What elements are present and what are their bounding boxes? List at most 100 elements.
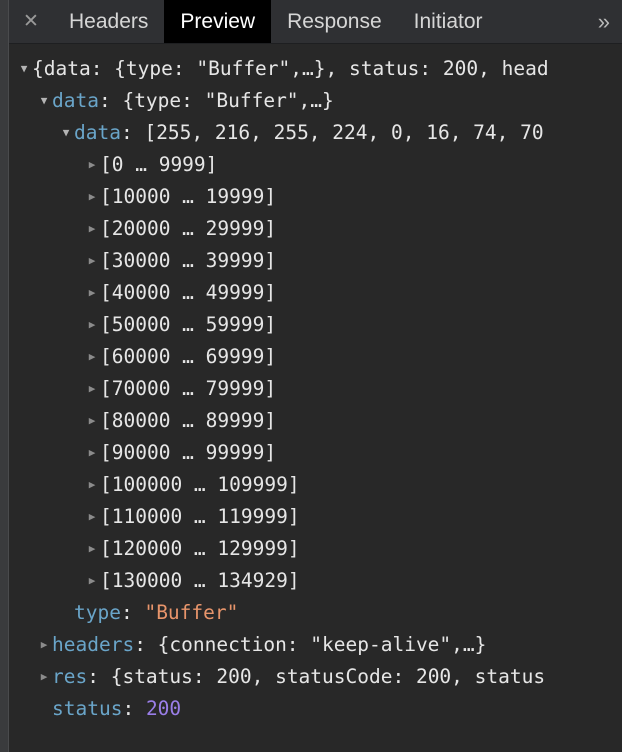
disclosure-triangle-right-icon[interactable]: ▶ bbox=[84, 565, 100, 597]
disclosure-triangle-right-icon[interactable]: ▶ bbox=[84, 245, 100, 277]
tree-row[interactable]: ▶[130000 … 134929] bbox=[10, 565, 622, 597]
json-text: [20000 … 29999] bbox=[100, 217, 276, 240]
tree-row[interactable]: ▶[120000 … 129999] bbox=[10, 533, 622, 565]
disclosure-triangle-right-icon[interactable]: ▶ bbox=[84, 309, 100, 341]
json-key: headers bbox=[52, 633, 134, 656]
tree-row[interactable]: ▶[100000 … 109999] bbox=[10, 469, 622, 501]
tree-row[interactable]: ▶[60000 … 69999] bbox=[10, 341, 622, 373]
disclosure-triangle-right-icon[interactable]: ▶ bbox=[84, 181, 100, 213]
tree-row-label: data: [255, 216, 255, 224, 0, 16, 74, 70 bbox=[74, 117, 544, 149]
disclosure-triangle-right-icon[interactable]: ▶ bbox=[84, 149, 100, 181]
json-text: [50000 … 59999] bbox=[100, 313, 276, 336]
devtools-network-panel: ✕ HeadersPreviewResponseInitiator » ▼{da… bbox=[0, 0, 622, 752]
tree-row[interactable]: ▶[50000 … 59999] bbox=[10, 309, 622, 341]
json-text: {data: {type: "Buffer",…}, status: 200, … bbox=[32, 57, 549, 80]
json-preview-tree[interactable]: ▼{data: {type: "Buffer",…}, status: 200,… bbox=[10, 45, 622, 752]
json-text: [10000 … 19999] bbox=[100, 185, 276, 208]
json-key: data bbox=[74, 121, 121, 144]
tree-row[interactable]: ▶[0 … 9999] bbox=[10, 149, 622, 181]
json-text: [70000 … 79999] bbox=[100, 377, 276, 400]
json-text: [90000 … 99999] bbox=[100, 441, 276, 464]
json-text: [60000 … 69999] bbox=[100, 345, 276, 368]
disclosure-triangle-down-icon[interactable]: ▼ bbox=[58, 117, 74, 149]
json-text: [120000 … 129999] bbox=[100, 537, 300, 560]
json-key: res bbox=[52, 665, 87, 688]
json-text: : {status: 200, statusCode: 200, status bbox=[87, 665, 545, 688]
tree-row[interactable]: ▶[90000 … 99999] bbox=[10, 437, 622, 469]
disclosure-triangle-right-icon[interactable]: ▶ bbox=[36, 629, 52, 661]
json-key: data bbox=[52, 89, 99, 112]
tree-row[interactable]: ▼data: [255, 216, 255, 224, 0, 16, 74, 7… bbox=[10, 117, 622, 149]
tree-row[interactable]: ▶type: "Buffer" bbox=[10, 597, 622, 629]
tree-row[interactable]: ▶[40000 … 49999] bbox=[10, 277, 622, 309]
tree-row-label: [100000 … 109999] bbox=[100, 469, 300, 501]
json-number-value: 200 bbox=[146, 697, 181, 720]
json-text: : bbox=[122, 697, 145, 720]
tree-row-label: [0 … 9999] bbox=[100, 149, 217, 181]
tree-row-label: [130000 … 134929] bbox=[100, 565, 300, 597]
tree-row-label: [60000 … 69999] bbox=[100, 341, 276, 373]
tree-row[interactable]: ▶[20000 … 29999] bbox=[10, 213, 622, 245]
json-text: : bbox=[121, 601, 144, 624]
json-text: [30000 … 39999] bbox=[100, 249, 276, 272]
more-tabs-chevron-icon[interactable]: » bbox=[586, 0, 622, 43]
panel-splitter[interactable] bbox=[0, 0, 9, 752]
disclosure-spacer: ▶ bbox=[58, 597, 74, 629]
json-string-value: "Buffer" bbox=[144, 601, 238, 624]
disclosure-triangle-down-icon[interactable]: ▼ bbox=[36, 85, 52, 117]
disclosure-triangle-right-icon[interactable]: ▶ bbox=[84, 437, 100, 469]
json-text: [40000 … 49999] bbox=[100, 281, 276, 304]
tree-row-label: [120000 … 129999] bbox=[100, 533, 300, 565]
tree-row-label: [110000 … 119999] bbox=[100, 501, 300, 533]
disclosure-triangle-right-icon[interactable]: ▶ bbox=[84, 405, 100, 437]
tree-row[interactable]: ▶[80000 … 89999] bbox=[10, 405, 622, 437]
tree-row-label: [30000 … 39999] bbox=[100, 245, 276, 277]
tree-row[interactable]: ▶[30000 … 39999] bbox=[10, 245, 622, 277]
tree-row-label: [40000 … 49999] bbox=[100, 277, 276, 309]
tree-row-label: res: {status: 200, statusCode: 200, stat… bbox=[52, 661, 545, 693]
tree-row[interactable]: ▶res: {status: 200, statusCode: 200, sta… bbox=[10, 661, 622, 693]
tree-row[interactable]: ▶status: 200 bbox=[10, 693, 622, 725]
disclosure-triangle-down-icon[interactable]: ▼ bbox=[16, 53, 32, 85]
disclosure-triangle-right-icon[interactable]: ▶ bbox=[84, 277, 100, 309]
json-text: [110000 … 119999] bbox=[100, 505, 300, 528]
disclosure-triangle-right-icon[interactable]: ▶ bbox=[84, 533, 100, 565]
close-icon[interactable]: ✕ bbox=[9, 0, 53, 43]
json-key: status bbox=[52, 697, 122, 720]
tree-row-label: [80000 … 89999] bbox=[100, 405, 276, 437]
disclosure-triangle-right-icon[interactable]: ▶ bbox=[36, 661, 52, 693]
tree-row-label: status: 200 bbox=[52, 693, 181, 725]
tab-initiator[interactable]: Initiator bbox=[398, 0, 499, 43]
json-text: [100000 … 109999] bbox=[100, 473, 300, 496]
tree-row-label: [90000 … 99999] bbox=[100, 437, 276, 469]
tree-row-label: [20000 … 29999] bbox=[100, 213, 276, 245]
tab-preview[interactable]: Preview bbox=[164, 0, 271, 43]
tree-row-label: headers: {connection: "keep-alive",…} bbox=[52, 629, 486, 661]
disclosure-triangle-right-icon[interactable]: ▶ bbox=[84, 501, 100, 533]
tree-row-label: [50000 … 59999] bbox=[100, 309, 276, 341]
tree-row[interactable]: ▼data: {type: "Buffer",…} bbox=[10, 85, 622, 117]
json-text: [0 … 9999] bbox=[100, 153, 217, 176]
tree-row-label: [70000 … 79999] bbox=[100, 373, 276, 405]
disclosure-triangle-right-icon[interactable]: ▶ bbox=[84, 469, 100, 501]
json-text: [80000 … 89999] bbox=[100, 409, 276, 432]
request-detail-tabbar: ✕ HeadersPreviewResponseInitiator » bbox=[9, 0, 622, 44]
disclosure-triangle-right-icon[interactable]: ▶ bbox=[84, 213, 100, 245]
tab-response[interactable]: Response bbox=[271, 0, 398, 43]
json-text: [130000 … 134929] bbox=[100, 569, 300, 592]
tab-headers[interactable]: Headers bbox=[53, 0, 164, 43]
json-key: type bbox=[74, 601, 121, 624]
disclosure-triangle-right-icon[interactable]: ▶ bbox=[84, 341, 100, 373]
json-text: : [255, 216, 255, 224, 0, 16, 74, 70 bbox=[121, 121, 544, 144]
tree-row[interactable]: ▶headers: {connection: "keep-alive",…} bbox=[10, 629, 622, 661]
tree-row-label: type: "Buffer" bbox=[74, 597, 238, 629]
tree-row[interactable]: ▼{data: {type: "Buffer",…}, status: 200,… bbox=[10, 53, 622, 85]
tree-row[interactable]: ▶[10000 … 19999] bbox=[10, 181, 622, 213]
tree-row[interactable]: ▶[70000 … 79999] bbox=[10, 373, 622, 405]
json-text: : {type: "Buffer",…} bbox=[99, 89, 334, 112]
disclosure-spacer: ▶ bbox=[36, 693, 52, 725]
tree-row-label: {data: {type: "Buffer",…}, status: 200, … bbox=[32, 53, 549, 85]
disclosure-triangle-right-icon[interactable]: ▶ bbox=[84, 373, 100, 405]
json-text: : {connection: "keep-alive",…} bbox=[134, 633, 486, 656]
tree-row[interactable]: ▶[110000 … 119999] bbox=[10, 501, 622, 533]
